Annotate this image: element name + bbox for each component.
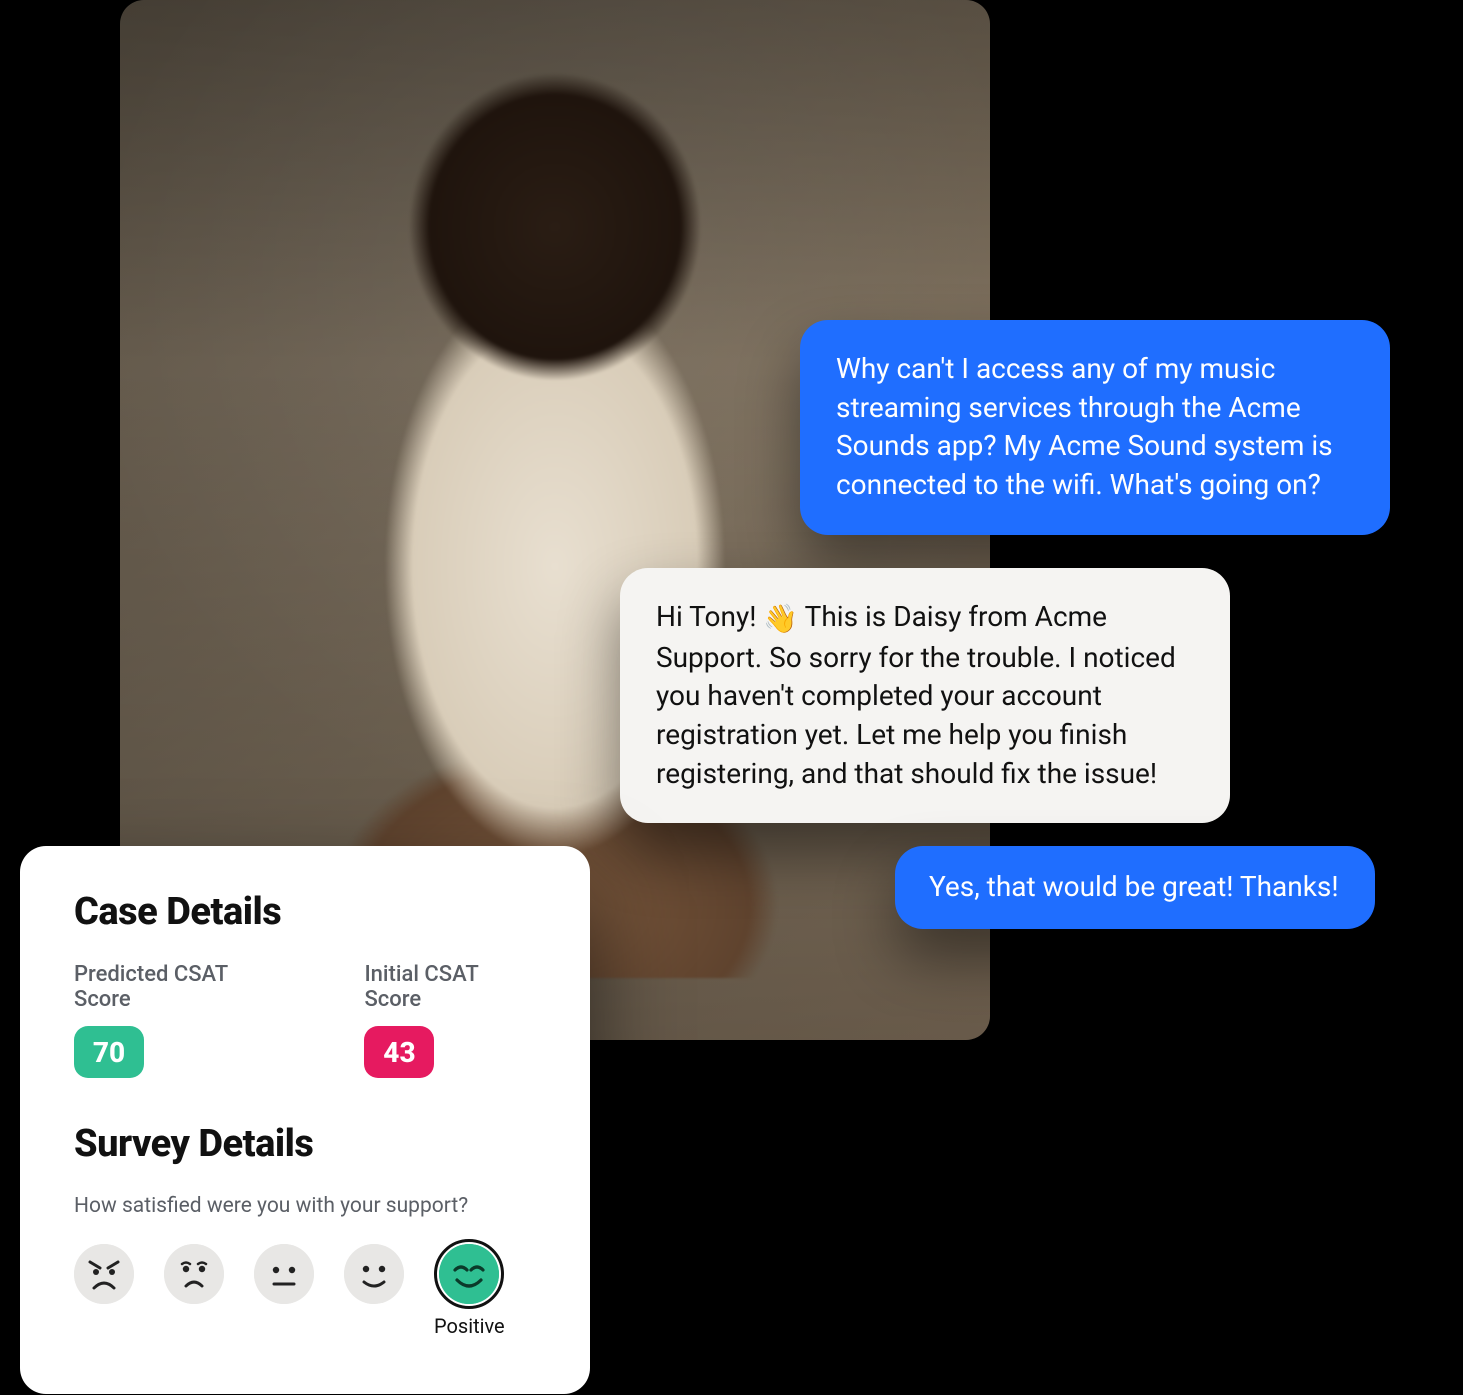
survey-face-scale: Positive [74,1244,536,1338]
survey-details-heading: Survey Details [74,1122,536,1166]
face-positive-label: Positive [434,1314,505,1338]
face-neutral-icon[interactable] [254,1244,314,1304]
chat-text: Yes, that would be great! Thanks! [929,870,1339,903]
predicted-csat-label: Predicted CSAT Score [74,962,284,1012]
predicted-csat: Predicted CSAT Score 70 [74,962,284,1078]
initial-csat-label: Initial CSAT Score [364,962,536,1012]
initial-csat: Initial CSAT Score 43 [364,962,536,1078]
face-happy-icon[interactable] [344,1244,404,1304]
chat-bubble-customer-1: Why can't I access any of my music strea… [800,320,1390,535]
chat-bubble-customer-2: Yes, that would be great! Thanks! [895,846,1375,929]
wave-emoji-icon: 👋 [763,600,798,639]
face-angry-icon[interactable] [74,1244,134,1304]
case-details-card: Case Details Predicted CSAT Score 70 Ini… [20,846,590,1394]
chat-bubble-agent: Hi Tony! 👋 This is Daisy from Acme Suppo… [620,568,1230,823]
chat-text: Why can't I access any of my music strea… [836,352,1333,501]
case-details-heading: Case Details [74,890,536,934]
csat-scores-row: Predicted CSAT Score 70 Initial CSAT Sco… [74,962,536,1078]
hero-figure [207,62,903,977]
initial-csat-value: 43 [364,1026,434,1078]
survey-question: How satisfied were you with your support… [74,1194,536,1218]
chat-text-prefix: Hi Tony! [656,600,763,633]
face-positive-icon[interactable] [439,1244,499,1304]
face-sad-icon[interactable] [164,1244,224,1304]
predicted-csat-value: 70 [74,1026,144,1078]
